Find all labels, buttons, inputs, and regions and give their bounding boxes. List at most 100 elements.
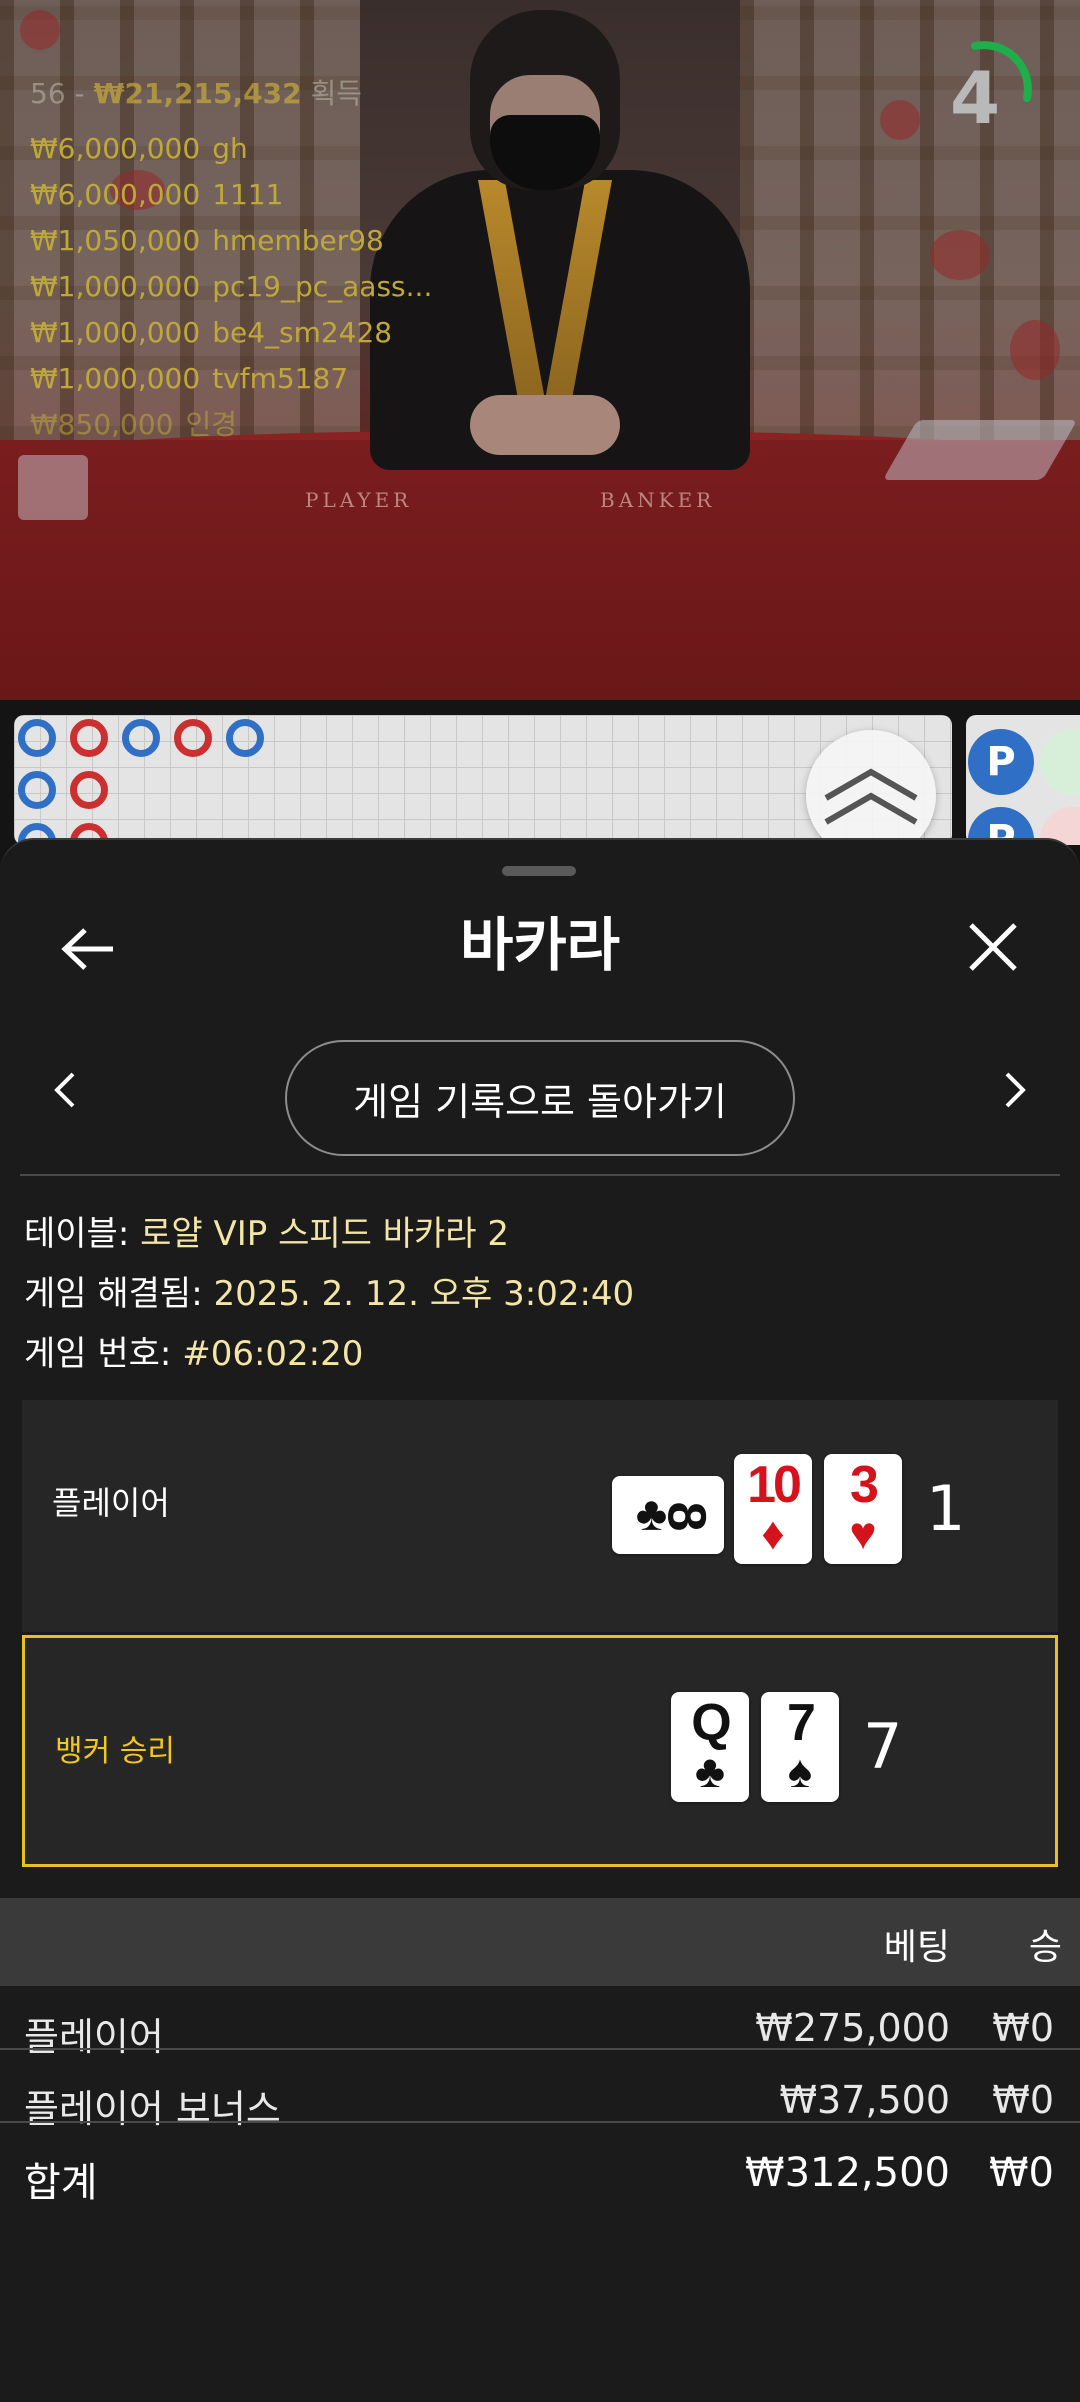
winner-amount: ₩1,000,000: [30, 362, 201, 395]
winner-row: ₩6,000,000 1111: [30, 172, 432, 218]
close-button[interactable]: [958, 912, 1028, 982]
bet-column-header: 베팅: [883, 1927, 950, 1968]
sheet-title: 바카라: [459, 911, 621, 979]
recent-winners-list: 56 - ₩21,215,432 획득 ₩6,000,000 gh ₩6,000,…: [30, 72, 432, 448]
felt-label-player: PLAYER: [305, 488, 413, 512]
winner-amount: ₩6,000,000: [30, 178, 201, 211]
blossom-decoration: [880, 100, 920, 140]
bet-row: 플레이어 ₩275,000 ₩0: [0, 1996, 1080, 2068]
winners-total: ₩21,215,432: [93, 77, 302, 110]
card-rank: 7: [787, 1694, 816, 1752]
winner-amount: ₩1,050,000: [30, 224, 201, 257]
winner-user: be4_sm2428: [212, 316, 393, 349]
next-game-button[interactable]: [990, 1060, 1040, 1120]
game-number: #06:02:20: [182, 1334, 364, 1374]
total-label: 합계: [24, 2160, 98, 2206]
bet-name: 플레이어: [24, 2015, 164, 2059]
card-rank: 10: [747, 1456, 802, 1514]
close-icon: [969, 923, 1017, 971]
road-marker-player: [226, 719, 264, 757]
table-info: 테이블: 로얄 VIP 스피드 바카라 2: [24, 1206, 509, 1255]
previous-game-button[interactable]: [40, 1060, 90, 1120]
row-divider: [0, 2121, 1080, 2123]
bet-amount: ₩275,000: [755, 2006, 950, 2050]
winner-row: ₩1,050,000 hmember98: [30, 218, 432, 264]
winners-header: 56 - ₩21,215,432 획득: [30, 72, 432, 112]
winner-amount: ₩6,000,000: [30, 132, 201, 165]
winner-row: ₩850,000 인경: [30, 402, 432, 448]
discard-tray: [18, 455, 88, 520]
row-divider: [0, 2048, 1080, 2050]
sheet-drag-handle[interactable]: [502, 866, 576, 876]
blossom-decoration: [1010, 320, 1060, 380]
playing-card: 3 ♥: [824, 1454, 902, 1564]
road-marker-player: [18, 771, 56, 809]
playing-card: Q ♣: [671, 1692, 749, 1802]
live-video-feed: PLAYER BANKER 56 - ₩21,215,432 획득 ₩6,000…: [0, 0, 1080, 700]
winner-user: hmember98: [212, 224, 384, 257]
winners-count: 56: [30, 77, 66, 110]
resolved-info: 게임 해결됨: 2025. 2. 12. 오후 3:02:40: [24, 1266, 634, 1315]
win-amount: ₩0: [992, 2006, 1054, 2050]
winner-row: ₩1,000,000 tvfm5187: [30, 356, 432, 402]
win-column-header: 승: [1028, 1927, 1062, 1968]
road-marker-player: [122, 719, 160, 757]
winners-suffix: 획득: [310, 77, 363, 110]
player-hand-label: 플레이어: [52, 1484, 170, 1522]
winner-row: ₩1,000,000 pc19_pc_aass...: [30, 264, 432, 310]
road-marker-player: [18, 719, 56, 757]
player-stat-badge: P: [968, 729, 1034, 795]
double-chevron-up-icon: [824, 768, 918, 825]
card-rank: Q: [691, 1694, 731, 1752]
bet-row: 플레이어 보너스 ₩37,500 ₩0: [0, 2068, 1080, 2140]
card-suit: ♠: [787, 1745, 813, 1797]
winner-row: ₩1,000,000 be4_sm2428: [30, 310, 432, 356]
winner-user: pc19_pc_aass...: [212, 270, 433, 303]
chevron-right-icon: [1005, 1072, 1026, 1108]
total-bet-amount: ₩312,500: [745, 2150, 950, 2196]
resolved-time: 2025. 2. 12. 오후 3:02:40: [213, 1274, 635, 1314]
playing-card: 7 ♠: [761, 1692, 839, 1802]
winner-amount: ₩1,000,000: [30, 316, 201, 349]
card-rank: 3: [850, 1456, 879, 1514]
banker-hand: 뱅커 승리 Q ♣ 7 ♠ 7: [22, 1635, 1058, 1867]
winner-user: 1111: [212, 178, 284, 211]
dealer-hands: [470, 395, 620, 455]
playing-card: 10 ♦: [734, 1454, 812, 1564]
total-win-amount: ₩0: [989, 2150, 1054, 2196]
winner-user: gh: [212, 132, 248, 165]
blossom-decoration: [20, 10, 60, 50]
winner-amount: ₩850,000: [30, 408, 174, 441]
back-to-history-button[interactable]: 게임 기록으로 돌아가기: [285, 1040, 795, 1156]
road-marker-banker: [70, 719, 108, 757]
bet-name: 플레이어 보너스: [24, 2087, 281, 2131]
bet-total-row: 합계 ₩312,500 ₩0: [0, 2140, 1080, 2212]
card-suit: ♣: [694, 1745, 726, 1797]
blossom-decoration: [930, 230, 990, 280]
winner-user: tvfm5187: [212, 362, 349, 395]
winner-amount: ₩1,000,000: [30, 270, 201, 303]
banker-score: 7: [863, 1710, 903, 1783]
resolved-label: 게임 해결됨:: [24, 1274, 203, 1314]
bet-amount: ₩37,500: [779, 2078, 950, 2122]
countdown-timer: 4: [949, 56, 1001, 140]
road-marker-banker: [70, 771, 108, 809]
game-number-info: 게임 번호: #06:02:20: [24, 1326, 363, 1375]
player-score: 1: [926, 1472, 966, 1545]
divider: [20, 1174, 1060, 1176]
playing-card: ♣ 8: [612, 1476, 724, 1554]
chevron-left-icon: [54, 1072, 75, 1108]
road-marker-banker: [174, 719, 212, 757]
table-name: 로얄 VIP 스피드 바카라 2: [140, 1214, 510, 1254]
road-stats-panel: P P: [966, 715, 1080, 845]
winners-separator: -: [74, 77, 85, 110]
game-number-label: 게임 번호:: [24, 1334, 172, 1374]
card-suit: ♦: [761, 1507, 785, 1559]
bets-table-header: 베팅 승: [0, 1898, 1080, 1986]
table-label: 테이블:: [24, 1214, 130, 1254]
card-suit: ♥: [849, 1507, 877, 1559]
felt-label-banker: BANKER: [600, 488, 716, 512]
winner-user: 인경: [185, 408, 238, 441]
tie-stat-badge: [1040, 729, 1080, 795]
card-rank: 8: [656, 1501, 717, 1529]
